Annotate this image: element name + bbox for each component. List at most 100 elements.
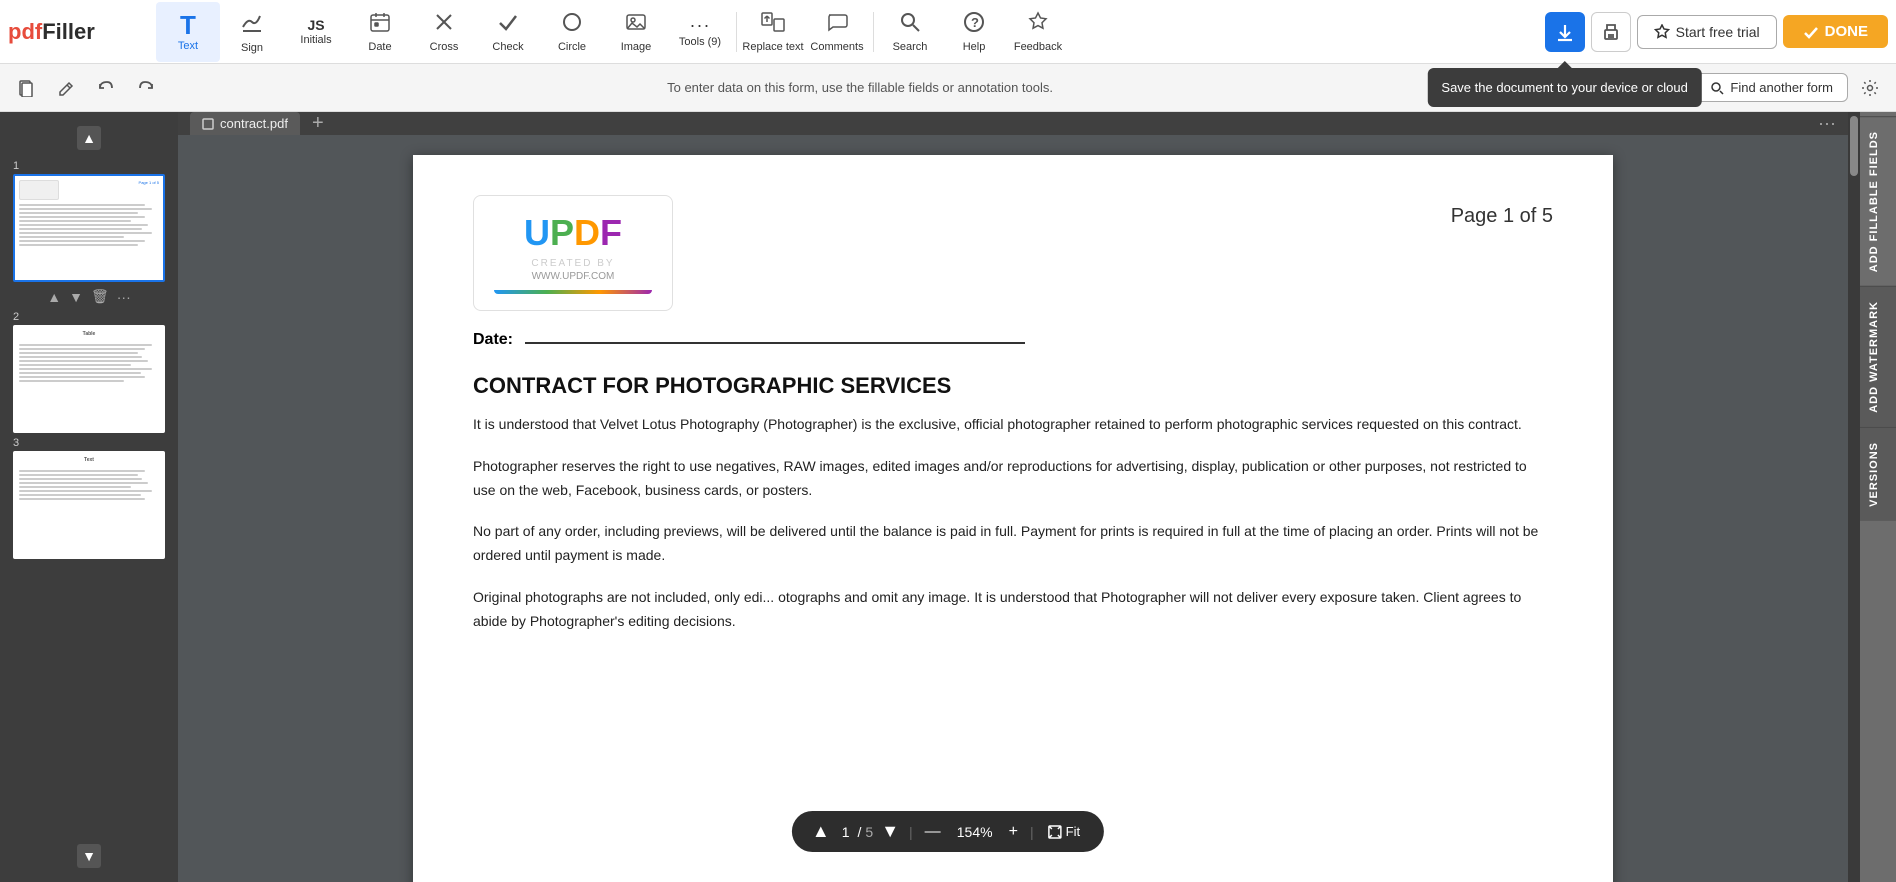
thumb-page-3: Text — [13, 451, 165, 559]
edit-button[interactable] — [48, 70, 84, 106]
download-wrapper: Save the document to your device or clou… — [1545, 12, 1585, 52]
help-icon: ? — [963, 11, 985, 39]
tool-help-label: Help — [963, 41, 986, 53]
tool-comments[interactable]: Comments — [805, 2, 869, 62]
right-tab-versions[interactable]: VERSIONS — [1860, 427, 1896, 521]
tool-text-label: Text — [178, 40, 198, 52]
page-navigation: ▲ 1 / 5 ▼ — [808, 819, 903, 844]
thumb-1-down[interactable]: ▼ — [67, 286, 85, 307]
info-text: To enter data on this form, use the fill… — [667, 80, 1053, 95]
fit-label: Fit — [1066, 824, 1080, 839]
right-tab-fillable[interactable]: ADD FILLABLE FIELDS — [1860, 116, 1896, 286]
zoom-out-button[interactable]: — — [919, 821, 947, 843]
page-total: 5 — [865, 824, 873, 840]
tool-circle[interactable]: Circle — [540, 2, 604, 62]
contract-para-2: Photographer reserves the right to use n… — [473, 455, 1553, 503]
find-form-button[interactable]: Find another form — [1695, 73, 1848, 102]
done-button[interactable]: DONE — [1783, 15, 1888, 48]
tool-initials-label: Initials — [300, 34, 331, 46]
right-sidebar: ADD FILLABLE FIELDS ADD WATERMARK VERSIO… — [1860, 112, 1896, 882]
tool-date[interactable]: Date — [348, 2, 412, 62]
done-label: DONE — [1825, 23, 1868, 40]
zoom-in-button[interactable]: + — [1003, 821, 1024, 843]
doc-tab-bar: contract.pdf + ··· — [178, 112, 1848, 135]
updf-watermark: CREATED BY — [531, 258, 614, 269]
tool-feedback-label: Feedback — [1014, 41, 1062, 53]
start-trial-label: Start free trial — [1676, 24, 1760, 40]
tool-sign-label: Sign — [241, 42, 263, 54]
tool-check-label: Check — [492, 41, 523, 53]
updf-color-bar — [494, 290, 652, 294]
thumb-page-2: Table — [13, 325, 165, 433]
page-current: 1 — [838, 824, 854, 840]
pages-button[interactable] — [8, 70, 44, 106]
tool-image[interactable]: Image — [604, 2, 668, 62]
tool-circle-label: Circle — [558, 41, 586, 53]
left-sidebar: ▲ 1 Page 1 of 5 — [0, 112, 178, 882]
tool-replace-text-label: Replace text — [742, 41, 803, 53]
right-tab-watermark[interactable]: ADD WATERMARK — [1860, 286, 1896, 427]
thumbnail-page-1[interactable]: 1 Page 1 of 5 — [13, 160, 165, 307]
tool-feedback[interactable]: Feedback — [1006, 2, 1070, 62]
pdf-page: UPDF CREATED BY WWW.UPDF.COM Page 1 of 5… — [413, 155, 1613, 882]
tool-text[interactable]: T Text — [156, 2, 220, 62]
tool-tools9[interactable]: ··· Tools (9) — [668, 2, 732, 62]
scroll-up-button[interactable]: ▲ — [77, 126, 101, 150]
zoom-bar: ▲ 1 / 5 ▼ | — 154% + | Fit — [792, 811, 1104, 852]
thumb-1-up[interactable]: ▲ — [45, 286, 63, 307]
check-icon — [497, 11, 519, 39]
thumb-1-more[interactable]: ··· — [115, 286, 133, 307]
toolbar-divider — [736, 12, 737, 52]
right-actions: Save the document to your device or clou… — [1545, 12, 1888, 52]
thumbnail-page-2[interactable]: 2 Table — [13, 311, 165, 433]
sign-icon — [240, 10, 264, 40]
thumbnail-page-3[interactable]: 3 Text — [13, 437, 165, 559]
start-trial-button[interactable]: Start free trial — [1637, 15, 1777, 49]
tool-search[interactable]: Search — [878, 2, 942, 62]
scrollbar-thumb[interactable] — [1850, 116, 1858, 176]
scroll-down-button[interactable]: ▼ — [77, 844, 101, 868]
print-button[interactable] — [1591, 12, 1631, 52]
updf-url: WWW.UPDF.COM — [532, 271, 615, 282]
zoom-level: 154% — [951, 824, 999, 840]
tool-comments-label: Comments — [810, 41, 863, 53]
vertical-scrollbar[interactable] — [1848, 112, 1860, 882]
tool-replace-text[interactable]: Replace text — [741, 2, 805, 62]
tool-date-label: Date — [368, 41, 391, 53]
pdf-header: UPDF CREATED BY WWW.UPDF.COM Page 1 of 5 — [473, 195, 1553, 311]
svg-text:?: ? — [971, 15, 979, 30]
page-label-text: Page 1 of 5 — [1451, 205, 1553, 227]
tool-sign[interactable]: Sign — [220, 2, 284, 62]
second-toolbar: To enter data on this form, use the fill… — [0, 64, 1896, 112]
tool-help[interactable]: ? Help — [942, 2, 1006, 62]
page-prev-button[interactable]: ▲ — [808, 819, 834, 844]
date-line: Date: — [473, 331, 1553, 349]
edit-doc-label: Edit Document — [1591, 80, 1676, 95]
doc-tab-contract[interactable]: contract.pdf — [190, 112, 300, 135]
thumb-num-2: 2 — [13, 311, 165, 323]
page-next-button[interactable]: ▼ — [877, 819, 903, 844]
redo-button[interactable] — [128, 70, 164, 106]
contract-para-4: Original photographs are not included, o… — [473, 586, 1553, 634]
tool-cross-label: Cross — [430, 41, 459, 53]
top-toolbar: pdfFiller T Text Sign JS Initials Date — [0, 0, 1896, 64]
zoom-fit-button[interactable]: Fit — [1040, 822, 1088, 841]
edit-document-button[interactable]: Edit Document — [1556, 73, 1691, 102]
doc-tab-filename: contract.pdf — [220, 116, 288, 131]
tool-initials[interactable]: JS Initials — [284, 2, 348, 62]
comments-icon — [826, 11, 848, 39]
thumb-1-delete[interactable]: 🗑 — [89, 286, 111, 307]
tool-check[interactable]: Check — [476, 2, 540, 62]
tab-menu-button[interactable]: ··· — [1818, 113, 1836, 134]
info-bar: To enter data on this form, use the fill… — [168, 80, 1552, 95]
pdf-wrapper: UPDF CREATED BY WWW.UPDF.COM Page 1 of 5… — [178, 135, 1848, 882]
download-button[interactable] — [1545, 12, 1585, 52]
content-area[interactable]: contract.pdf + ··· UPDF CREATED BY WWW.U… — [178, 112, 1848, 882]
date-icon — [369, 11, 391, 39]
settings-button[interactable] — [1852, 70, 1888, 106]
add-tab-button[interactable]: + — [308, 112, 328, 135]
thumb-num-1: 1 — [13, 160, 165, 172]
thumb-1-actions: ▲ ▼ 🗑 ··· — [13, 286, 165, 307]
tool-cross[interactable]: Cross — [412, 2, 476, 62]
undo-button[interactable] — [88, 70, 124, 106]
